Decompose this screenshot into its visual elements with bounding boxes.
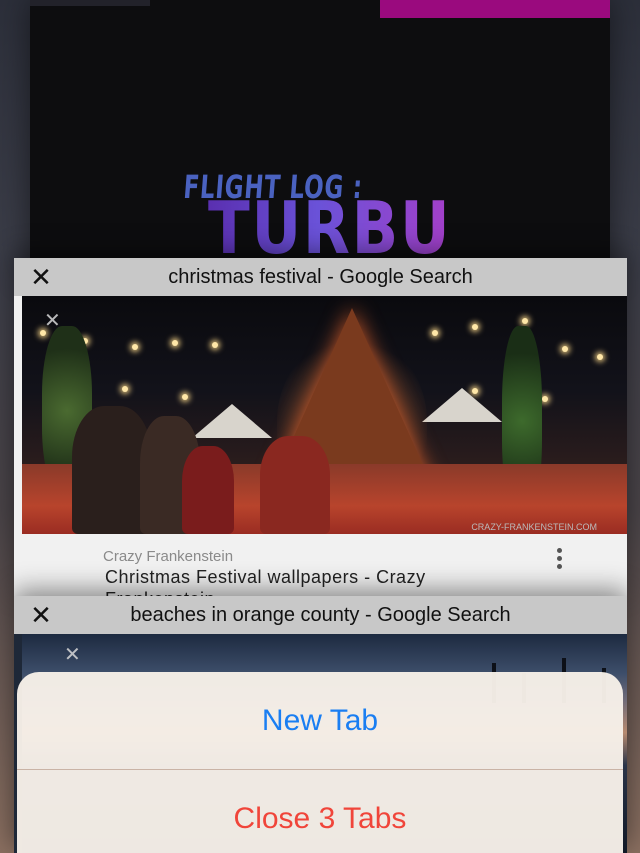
tab-header: ✕ beaches in orange county - Google Sear… [14, 596, 627, 634]
image-watermark: CRAZY-FRANKENSTEIN.COM [471, 522, 597, 532]
tab-card-flight-log[interactable]: FLIGHT LOG : TURBU [30, 0, 610, 270]
tab-title: beaches in orange county - Google Search [130, 604, 511, 626]
close-all-tabs-button[interactable]: Close 3 Tabs [17, 770, 623, 853]
new-tab-button[interactable]: New Tab [17, 672, 623, 768]
result-caption: Christmas Festival wallpapers - Crazy [105, 567, 426, 587]
tab-action-sheet: New Tab Close 3 Tabs [17, 672, 623, 853]
person [260, 436, 330, 534]
tab-title: christmas festival - Google Search [168, 266, 473, 288]
tab-card-christmas-festival[interactable]: ✕ christmas festival - Google Search ✕ C… [14, 258, 627, 598]
close-tab-icon-faded: ✕ [64, 644, 81, 666]
site-header-bar [380, 0, 610, 18]
person [182, 446, 234, 534]
more-options-icon[interactable] [557, 548, 563, 572]
close-tab-icon-faded: ✕ [44, 310, 61, 332]
christmas-festival-image: ✕ CRAZY-FRANKENSTEIN.COM [22, 296, 627, 534]
tab-header: ✕ christmas festival - Google Search [14, 258, 627, 296]
result-source: Crazy Frankenstein [103, 548, 234, 565]
site-logo-strip [30, 0, 150, 6]
